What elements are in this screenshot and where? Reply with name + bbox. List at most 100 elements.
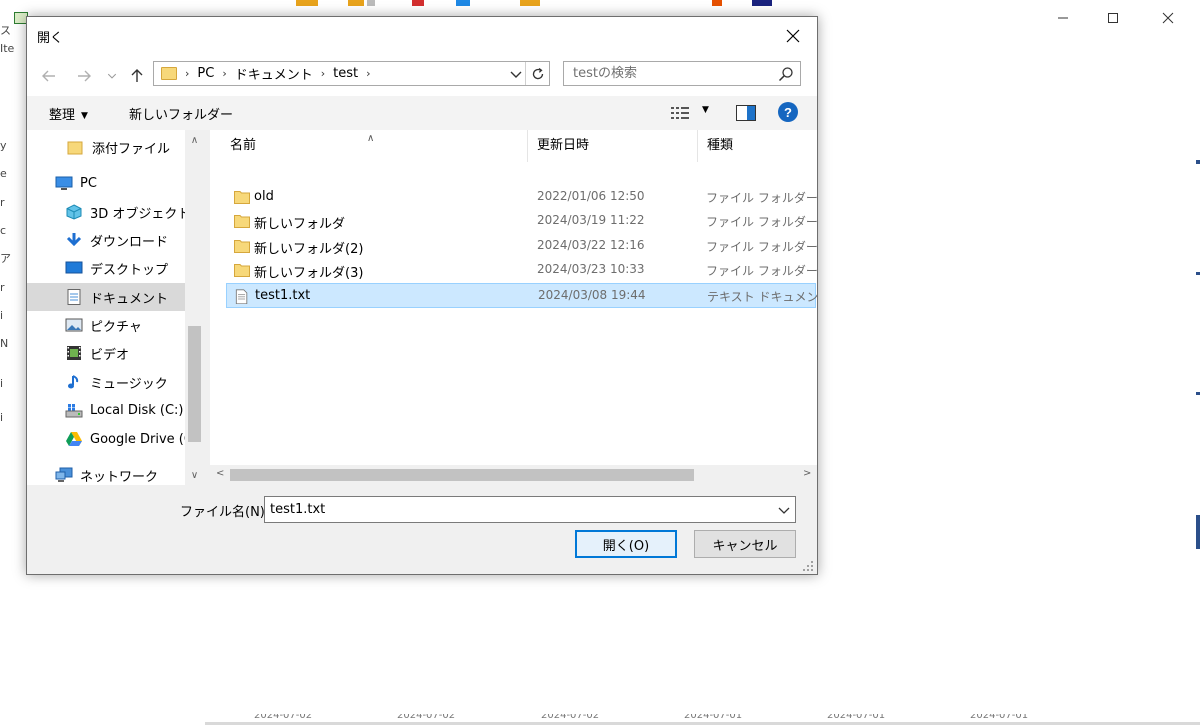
pc-icon	[55, 176, 73, 190]
filename-label: ファイル名(N):	[180, 505, 270, 520]
text-file-icon	[235, 289, 248, 304]
nav-item-label: 3D オブジェクト	[90, 206, 191, 222]
arrow-up-icon	[131, 69, 143, 82]
breadcrumb-test[interactable]: test	[333, 66, 358, 81]
resize-grip-icon[interactable]	[803, 561, 813, 571]
search-icon[interactable]	[778, 66, 794, 82]
background-date: 2024-07-01	[970, 714, 1029, 721]
window-close-button[interactable]	[1145, 4, 1191, 32]
strip-char: y	[0, 139, 7, 152]
file-row-selected[interactable]: test1.txt 2024/03/08 19:44 テキスト ドキュメント	[226, 283, 817, 308]
scroll-down-icon[interactable]: ∨	[189, 470, 200, 481]
nav-item-google-drive[interactable]: Google Drive (G	[27, 425, 194, 453]
up-button[interactable]	[127, 66, 147, 86]
nav-item-documents[interactable]: ドキュメント	[27, 283, 185, 311]
nav-item-network[interactable]: ネットワーク	[27, 461, 185, 485]
file-list-horizontal-scrollbar[interactable]: < >	[210, 465, 817, 485]
address-bar[interactable]: › PC › ドキュメント › test ›	[153, 61, 550, 86]
help-icon[interactable]: ?	[778, 102, 798, 122]
file-date: 2024/03/22 12:16	[537, 238, 645, 252]
chevron-right-icon[interactable]: ›	[222, 67, 226, 80]
view-options-icon[interactable]	[671, 106, 689, 120]
strip-char: N	[0, 337, 9, 350]
nav-item-downloads[interactable]: ダウンロード	[27, 226, 185, 254]
maximize-button[interactable]	[1090, 4, 1136, 32]
3d-objects-icon	[66, 204, 82, 220]
nav-pane-scrollbar[interactable]: ∧ ∨	[185, 130, 204, 485]
file-row[interactable]: old 2022/01/06 12:50 ファイル フォルダー	[226, 185, 817, 210]
back-button[interactable]	[39, 66, 59, 86]
background-date: 2024-07-01	[684, 714, 743, 721]
pictures-icon	[65, 318, 83, 332]
column-header-type[interactable]: 種類	[698, 130, 817, 162]
dialog-close-button[interactable]	[771, 19, 815, 53]
nav-item-local-disk[interactable]: Local Disk (C:)	[27, 396, 185, 424]
scroll-right-icon[interactable]: >	[803, 468, 811, 479]
strip-char: e	[0, 167, 7, 180]
file-row[interactable]: 新しいフォルダ 2024/03/19 11:22 ファイル フォルダー	[226, 209, 817, 234]
nav-item-label: Google Drive (G	[90, 431, 194, 447]
file-date: 2024/03/19 11:22	[537, 213, 645, 227]
nav-item-videos[interactable]: ビデオ	[27, 339, 185, 367]
file-row[interactable]: 新しいフォルダ(2) 2024/03/22 12:16 ファイル フォルダー	[226, 234, 817, 259]
new-folder-button[interactable]: 新しいフォルダー	[129, 104, 233, 123]
videos-icon	[67, 346, 81, 360]
forward-button[interactable]	[74, 66, 94, 86]
chevron-down-icon[interactable]	[778, 504, 790, 516]
dialog-footer: ファイル名(N): 開く(O) キャンセル	[27, 485, 817, 574]
refresh-button[interactable]	[525, 62, 549, 85]
nav-item-label: ピクチャ	[90, 319, 142, 335]
search-input[interactable]	[564, 62, 774, 85]
nav-item-pc[interactable]: PC	[27, 169, 185, 197]
scrollbar-thumb[interactable]	[188, 326, 201, 442]
organize-label: 整理	[49, 108, 76, 123]
scrollbar-thumb[interactable]	[230, 469, 694, 481]
disk-icon	[65, 404, 83, 418]
column-header-label: 更新日時	[537, 138, 590, 153]
folder-icon	[161, 67, 177, 80]
filename-combobox[interactable]	[264, 496, 796, 523]
nav-item-pictures[interactable]: ピクチャ	[27, 311, 185, 339]
minimize-button[interactable]	[1040, 4, 1086, 32]
sort-ascending-icon: ∧	[367, 133, 375, 144]
nav-item-3d-objects[interactable]: 3D オブジェクト	[27, 198, 190, 226]
chevron-right-icon[interactable]: ›	[321, 67, 325, 80]
cancel-button[interactable]: キャンセル	[694, 530, 796, 558]
open-button[interactable]: 開く(O)	[575, 530, 677, 558]
file-name: test1.txt	[255, 288, 311, 303]
nav-item-music[interactable]: ミュージック	[27, 368, 185, 396]
file-type: テキスト ドキュメント	[707, 290, 817, 304]
breadcrumb-pc[interactable]: PC	[197, 66, 214, 81]
nav-item-desktop[interactable]: デスクトップ	[27, 254, 185, 282]
organize-button[interactable]: 整理 ▼	[49, 104, 88, 123]
dialog-title: 開く	[37, 31, 64, 46]
close-icon	[1162, 12, 1174, 24]
dialog-titlebar: 開く	[27, 17, 817, 54]
chevron-down-icon[interactable]	[509, 67, 523, 81]
scroll-left-icon[interactable]: <	[216, 468, 224, 479]
scroll-up-icon[interactable]: ∧	[189, 135, 200, 146]
file-name: 新しいフォルダ	[254, 217, 346, 232]
nav-item-label: ミュージック	[90, 376, 168, 392]
nav-item-attachments[interactable]: 添付ファイル	[27, 133, 185, 161]
column-header-date[interactable]: 更新日時	[528, 130, 698, 162]
file-type: ファイル フォルダー	[706, 191, 817, 205]
nav-item-label: ドキュメント	[90, 291, 169, 307]
recent-locations-button[interactable]	[102, 66, 122, 86]
file-row[interactable]: 新しいフォルダ(3) 2024/03/23 10:33 ファイル フォルダー	[226, 258, 817, 283]
filename-input[interactable]	[265, 497, 765, 522]
folder-icon	[234, 215, 250, 228]
search-box[interactable]	[563, 61, 801, 86]
command-bar: 整理 ▼ 新しいフォルダー ▼ ?	[27, 96, 817, 130]
music-icon	[68, 375, 79, 389]
view-dropdown-caret-icon[interactable]: ▼	[702, 105, 709, 115]
column-header-name[interactable]: ∧ 名前	[210, 130, 528, 162]
network-icon	[55, 467, 73, 482]
strip-char: i	[0, 411, 4, 424]
arrow-left-icon	[42, 70, 55, 82]
chevron-right-icon[interactable]: ›	[366, 67, 370, 80]
preview-pane-icon[interactable]	[736, 105, 756, 121]
close-icon	[786, 29, 800, 43]
chevron-right-icon: ›	[185, 67, 190, 80]
breadcrumb-documents[interactable]: ドキュメント	[235, 64, 313, 83]
